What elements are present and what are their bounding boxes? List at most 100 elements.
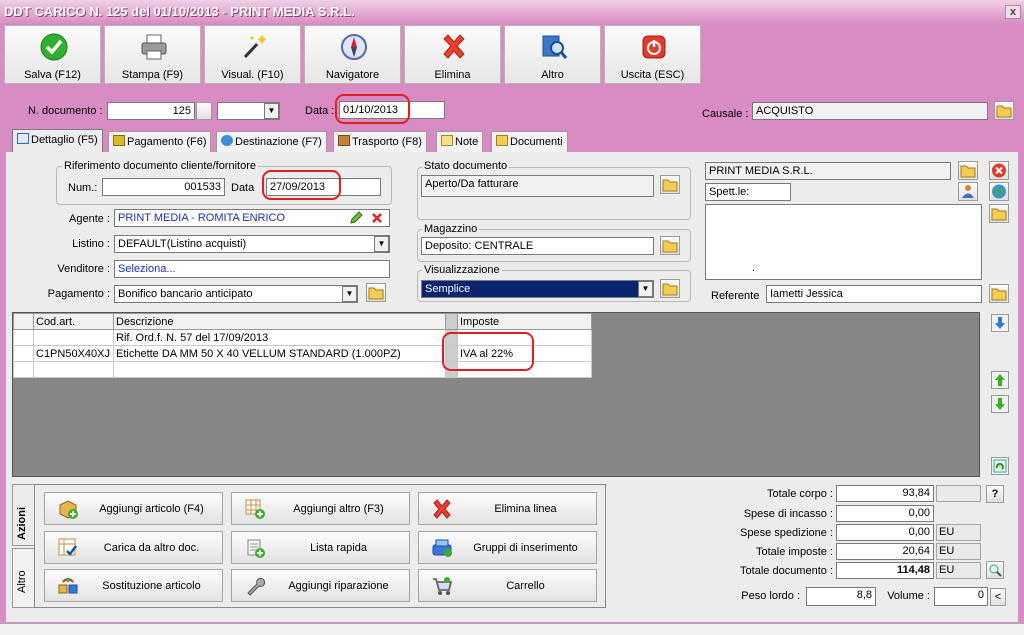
volume-calc-button[interactable]: < [990, 588, 1006, 606]
causale-folder-button[interactable] [994, 101, 1014, 120]
cell-descrizione[interactable] [113, 361, 446, 378]
supplier-folder-button[interactable] [958, 161, 978, 180]
spese-spedizione-value[interactable]: 0,00 [836, 524, 934, 541]
delete-line-button[interactable]: Elimina linea [418, 492, 597, 525]
visualizzazione-folder-button[interactable] [660, 279, 680, 298]
save-button[interactable]: Salva (F12) [4, 25, 101, 84]
pagamento-select[interactable]: Bonifico bancario anticipato [114, 285, 358, 303]
tab-documenti[interactable]: Documenti [491, 131, 568, 153]
tab-destinazione[interactable]: Destinazione (F7) [216, 131, 327, 153]
visualizzazione-select[interactable]: Semplice [421, 280, 654, 298]
table-row[interactable]: Rif. Ord.f. N. 57 del 17/09/2013 [13, 329, 592, 346]
print-button[interactable]: Stampa (F9) [104, 25, 201, 84]
add-other-button[interactable]: Aggiungi altro (F3) [231, 492, 410, 525]
ref-date-field[interactable]: 27/09/2013 [266, 178, 381, 196]
move-down-button[interactable] [991, 395, 1009, 413]
insert-groups-label: Gruppi di inserimento [473, 542, 578, 554]
cell-imposte[interactable] [457, 361, 592, 378]
add-repair-button[interactable]: Aggiungi riparazione [231, 569, 410, 602]
magnifier-plus-icon [989, 564, 1002, 577]
close-window-button[interactable]: x [1005, 5, 1021, 19]
vtab-altro[interactable]: Altro [12, 548, 34, 608]
cell-descrizione[interactable]: Etichette DA MM 50 X 40 VELLUM STANDARD … [113, 345, 446, 362]
preview-button[interactable]: Visual. (F10) [204, 25, 301, 84]
vtab-azioni[interactable]: Azioni [12, 484, 34, 546]
tab-note-label: Note [455, 136, 479, 148]
listino-select[interactable]: DEFAULT(Listino acquisti) [114, 235, 390, 253]
pagamento-folder-button[interactable] [366, 283, 386, 302]
row-selector[interactable] [13, 329, 34, 346]
help-button[interactable]: ? [986, 485, 1004, 503]
doc-series-dropdown[interactable]: ▼ [264, 103, 279, 119]
referente-field[interactable]: Iametti Jessica [766, 285, 982, 303]
venditore-field[interactable]: Seleziona... [114, 260, 390, 278]
tab-dettaglio[interactable]: Dettaglio (F5) [12, 129, 103, 153]
supplier-address-text: . [752, 262, 756, 274]
supplier-contact-button[interactable] [958, 182, 978, 201]
navigator-button[interactable]: Navigatore [304, 25, 401, 84]
col-header-codart[interactable]: Cod.art. [33, 313, 114, 330]
payment-icon [113, 135, 125, 146]
causale-field[interactable]: ACQUISTO [752, 102, 988, 120]
stato-folder-button[interactable] [660, 175, 680, 194]
cell-imposte[interactable] [457, 329, 592, 346]
riferimento-title: Riferimento documento cliente/fornitore [62, 160, 258, 172]
table-row[interactable]: C1PN50X40XJ Etichette DA MM 50 X 40 VELL… [13, 345, 592, 362]
listino-dropdown[interactable]: ▼ [374, 236, 389, 252]
replace-article-button[interactable]: Sostituzione articolo [44, 569, 223, 602]
folder-icon [368, 287, 384, 300]
peso-label: Peso lordo : [741, 590, 800, 602]
spett-field[interactable]: Spett.le: [705, 183, 791, 201]
cell-codart[interactable] [33, 361, 114, 378]
ref-num-label: Num.: [68, 182, 98, 194]
cell-codart[interactable]: C1PN50X40XJ [33, 345, 114, 362]
row-selector[interactable] [13, 361, 34, 378]
edit-pencil-icon[interactable] [349, 211, 363, 225]
currency-calc-button[interactable] [986, 561, 1004, 579]
cart-button[interactable]: Carrello [418, 569, 597, 602]
documents-icon [496, 135, 508, 146]
totale-corpo-value: 93,84 [836, 485, 934, 502]
delete-button[interactable]: Elimina [404, 25, 501, 84]
lines-grid[interactable]: Cod.art. Descrizione Imposte Rif. Ord.f.… [12, 312, 980, 477]
cell-codart[interactable] [33, 329, 114, 346]
tab-note[interactable]: Note [436, 131, 484, 153]
supplier-globe-button[interactable] [989, 182, 1009, 201]
ref-num-field[interactable]: 001533 [102, 178, 225, 196]
row-selector[interactable] [13, 345, 34, 362]
date-field[interactable]: 01/10/2013 [339, 101, 445, 119]
venditore-label: Venditore : [57, 263, 110, 275]
cell-descrizione[interactable]: Rif. Ord.f. N. 57 del 17/09/2013 [113, 329, 446, 346]
other-button[interactable]: Altro [504, 25, 601, 84]
insert-groups-button[interactable]: Gruppi di inserimento [418, 531, 597, 564]
referente-folder-button[interactable] [989, 284, 1009, 303]
magazzino-folder-button[interactable] [660, 236, 680, 255]
peso-value[interactable]: 8,8 [806, 587, 876, 606]
add-article-button[interactable]: Aggiungi articolo (F4) [44, 492, 223, 525]
row-selector-header [13, 313, 34, 330]
add-box-icon [59, 500, 78, 519]
quick-list-button[interactable]: Lista rapida [231, 531, 410, 564]
col-header-imposte[interactable]: Imposte [457, 313, 592, 330]
address-folder-button[interactable] [989, 204, 1009, 223]
volume-value[interactable]: 0 [934, 587, 988, 606]
doc-number-spin[interactable] [196, 102, 212, 120]
visualizzazione-dropdown[interactable]: ▼ [638, 281, 653, 297]
magazzino-field[interactable]: Deposito: CENTRALE [421, 237, 654, 255]
spese-incasso-value[interactable]: 0,00 [836, 505, 934, 522]
swap-icon [58, 578, 78, 594]
refresh-button[interactable] [991, 457, 1009, 475]
cell-imposte[interactable]: IVA al 22% [457, 345, 592, 362]
load-from-doc-button[interactable]: Carica da altro doc. [44, 531, 223, 564]
table-row[interactable] [13, 361, 592, 378]
tab-pagamento[interactable]: Pagamento (F6) [108, 131, 212, 153]
doc-number-field[interactable]: 125 [107, 102, 195, 120]
move-up-button[interactable] [991, 371, 1009, 389]
pagamento-dropdown[interactable]: ▼ [342, 286, 357, 302]
col-header-descrizione[interactable]: Descrizione [113, 313, 446, 330]
scroll-top-button[interactable] [991, 314, 1009, 332]
clear-x-icon[interactable] [371, 212, 383, 224]
tab-trasporto[interactable]: Trasporto (F8) [333, 131, 427, 153]
supplier-remove-button[interactable] [989, 161, 1009, 180]
exit-button[interactable]: Uscita (ESC) [604, 25, 701, 84]
